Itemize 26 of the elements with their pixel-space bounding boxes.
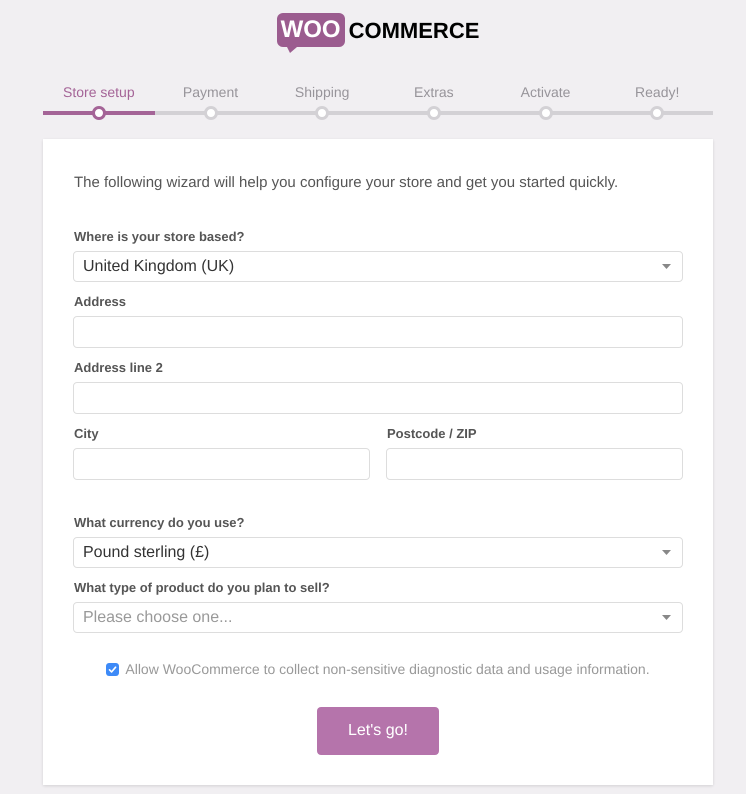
caret-icon xyxy=(662,264,671,269)
field-label: Postcode / ZIP xyxy=(387,426,477,442)
step-label: Store setup xyxy=(63,84,135,100)
step-label: Ready! xyxy=(635,84,680,100)
caret-icon xyxy=(662,615,671,620)
field-label: Address xyxy=(74,294,126,310)
field-label: City xyxy=(74,426,99,442)
step-label: Extras xyxy=(414,84,454,100)
checkbox[interactable] xyxy=(106,662,120,676)
field-label: Where is your store based? xyxy=(74,229,244,245)
logo-wordmark: COMMERCE xyxy=(348,20,480,42)
field-label: Address line 2 xyxy=(74,360,163,376)
intro-text: The following wizard will help you configure your store and get you started quickly. xyxy=(74,173,618,193)
caret-icon xyxy=(662,550,671,555)
text-field[interactable] xyxy=(386,448,683,480)
field-label: What currency do you use? xyxy=(74,515,244,531)
field-label: What type of product do you plan to sell? xyxy=(74,580,330,596)
step-label: Payment xyxy=(182,84,238,100)
step-label: Shipping xyxy=(294,84,350,100)
text-field[interactable] xyxy=(73,316,683,348)
dropdown-select[interactable]: United Kingdom (UK) xyxy=(73,251,683,282)
checkbox-label: Allow WooCommerce to collect non-sensitive diagnostic data and usage information. xyxy=(125,660,650,679)
text-field[interactable] xyxy=(73,382,683,414)
dropdown-select[interactable]: Pound sterling (£) xyxy=(73,537,683,568)
text-field[interactable] xyxy=(73,448,370,480)
step-label: Activate xyxy=(520,84,570,100)
